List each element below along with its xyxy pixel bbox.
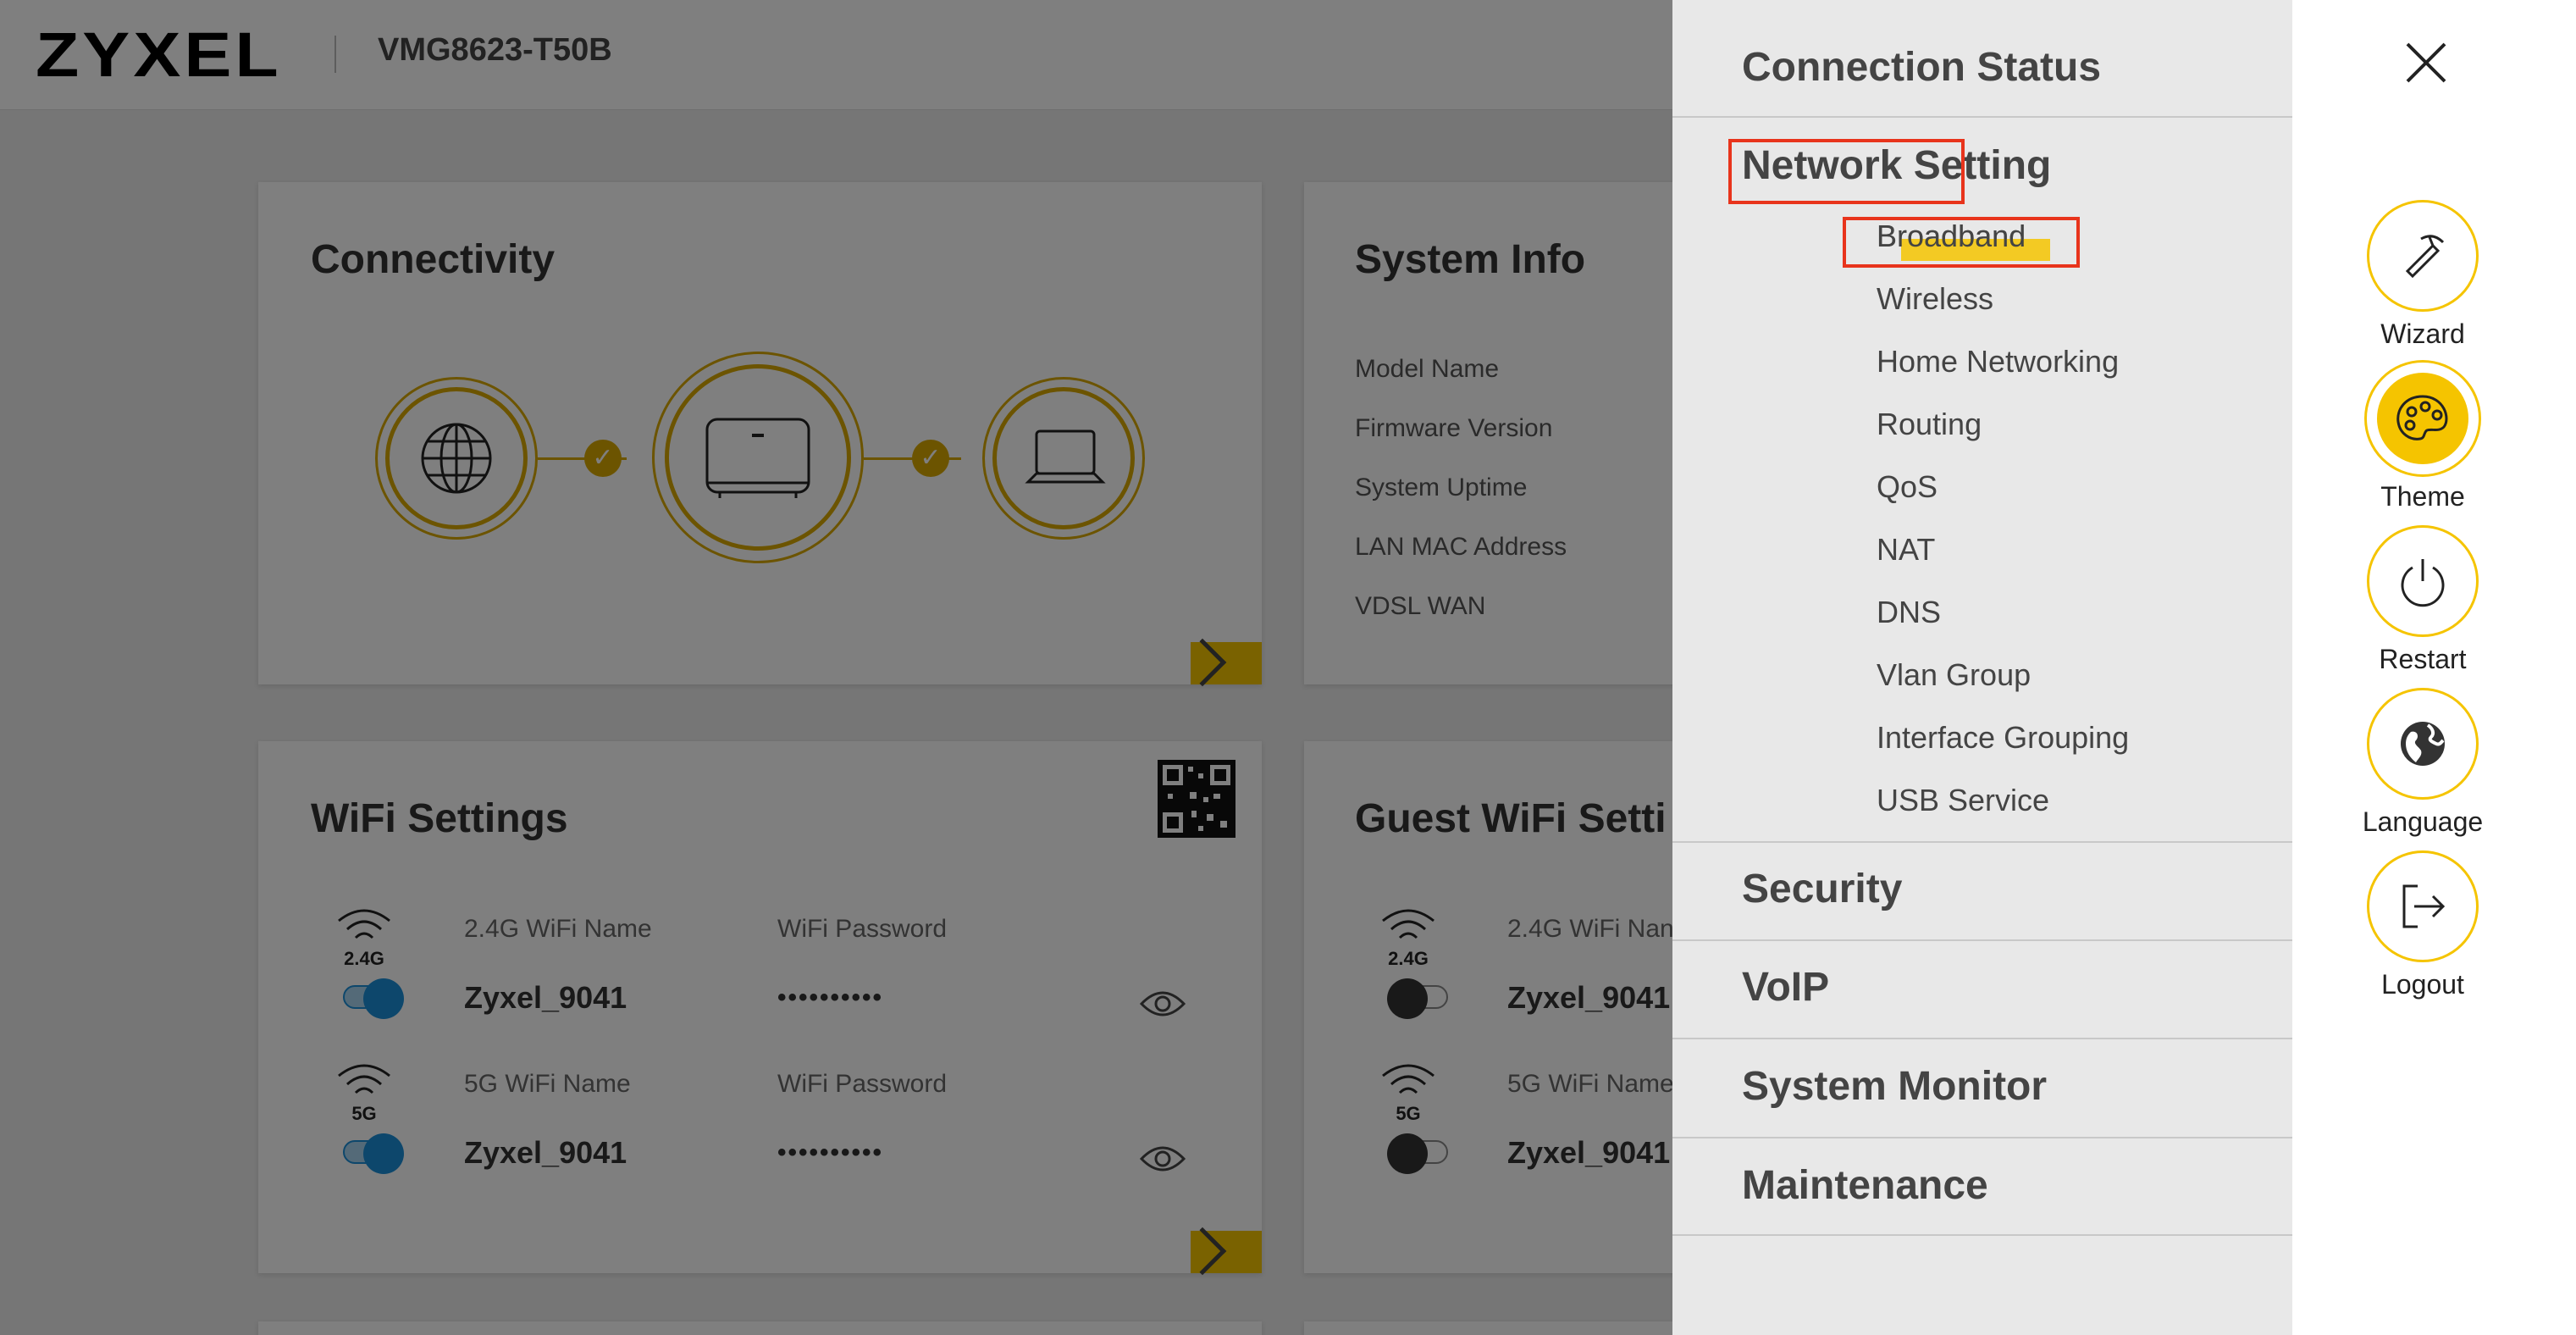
theme-label: Theme	[2380, 481, 2465, 512]
globe-icon	[2401, 722, 2445, 766]
menu-voip[interactable]: VoIP	[1742, 964, 1829, 1011]
close-icon[interactable]	[2401, 37, 2452, 88]
menu-item-vlan-group[interactable]: Vlan Group	[1877, 657, 2031, 693]
menu-divider	[1672, 1038, 2292, 1039]
logout-label: Logout	[2381, 969, 2464, 1000]
menu-divider	[1672, 1234, 2292, 1236]
menu-divider	[1672, 841, 2292, 843]
language-button[interactable]	[2367, 688, 2479, 800]
modal-overlay[interactable]	[0, 0, 1672, 1335]
power-icon	[2401, 559, 2445, 607]
menu-divider	[1672, 939, 2292, 941]
wizard-label: Wizard	[2380, 319, 2465, 349]
wand-icon	[2405, 235, 2445, 279]
menu-item-qos[interactable]: QoS	[1877, 469, 1938, 505]
menu-divider	[1672, 116, 2292, 118]
theme-button[interactable]	[2367, 363, 2479, 474]
language-label: Language	[2362, 806, 2484, 837]
menu-maintenance[interactable]: Maintenance	[1742, 1162, 1988, 1209]
menu-divider	[1672, 1137, 2292, 1138]
menu-item-interface-grouping[interactable]: Interface Grouping	[1877, 720, 2129, 756]
menu-connection-status[interactable]: Connection Status	[1742, 44, 2101, 91]
menu-item-home-networking[interactable]: Home Networking	[1877, 344, 2119, 379]
logout-button[interactable]	[2367, 850, 2479, 962]
highlight-box-network-setting	[1728, 139, 1965, 204]
restart-label: Restart	[2379, 644, 2467, 674]
action-sidebar: Wizard Theme Restart Language Logout	[2292, 0, 2576, 1335]
menu-system-monitor[interactable]: System Monitor	[1742, 1063, 2047, 1110]
wizard-button[interactable]	[2367, 200, 2479, 312]
menu-item-usb-service[interactable]: USB Service	[1877, 783, 2049, 818]
restart-button[interactable]	[2367, 525, 2479, 637]
palette-icon	[2396, 395, 2448, 440]
menu-item-routing[interactable]: Routing	[1877, 407, 1982, 442]
navigation-menu: Connection Status Network Setting Broadb…	[1672, 0, 2292, 1335]
menu-item-wireless[interactable]: Wireless	[1877, 281, 1993, 317]
menu-item-dns[interactable]: DNS	[1877, 595, 1941, 630]
highlight-box-broadband	[1843, 217, 2080, 268]
logout-icon	[2402, 884, 2446, 928]
menu-item-nat[interactable]: NAT	[1877, 532, 1935, 568]
menu-security[interactable]: Security	[1742, 866, 1902, 912]
